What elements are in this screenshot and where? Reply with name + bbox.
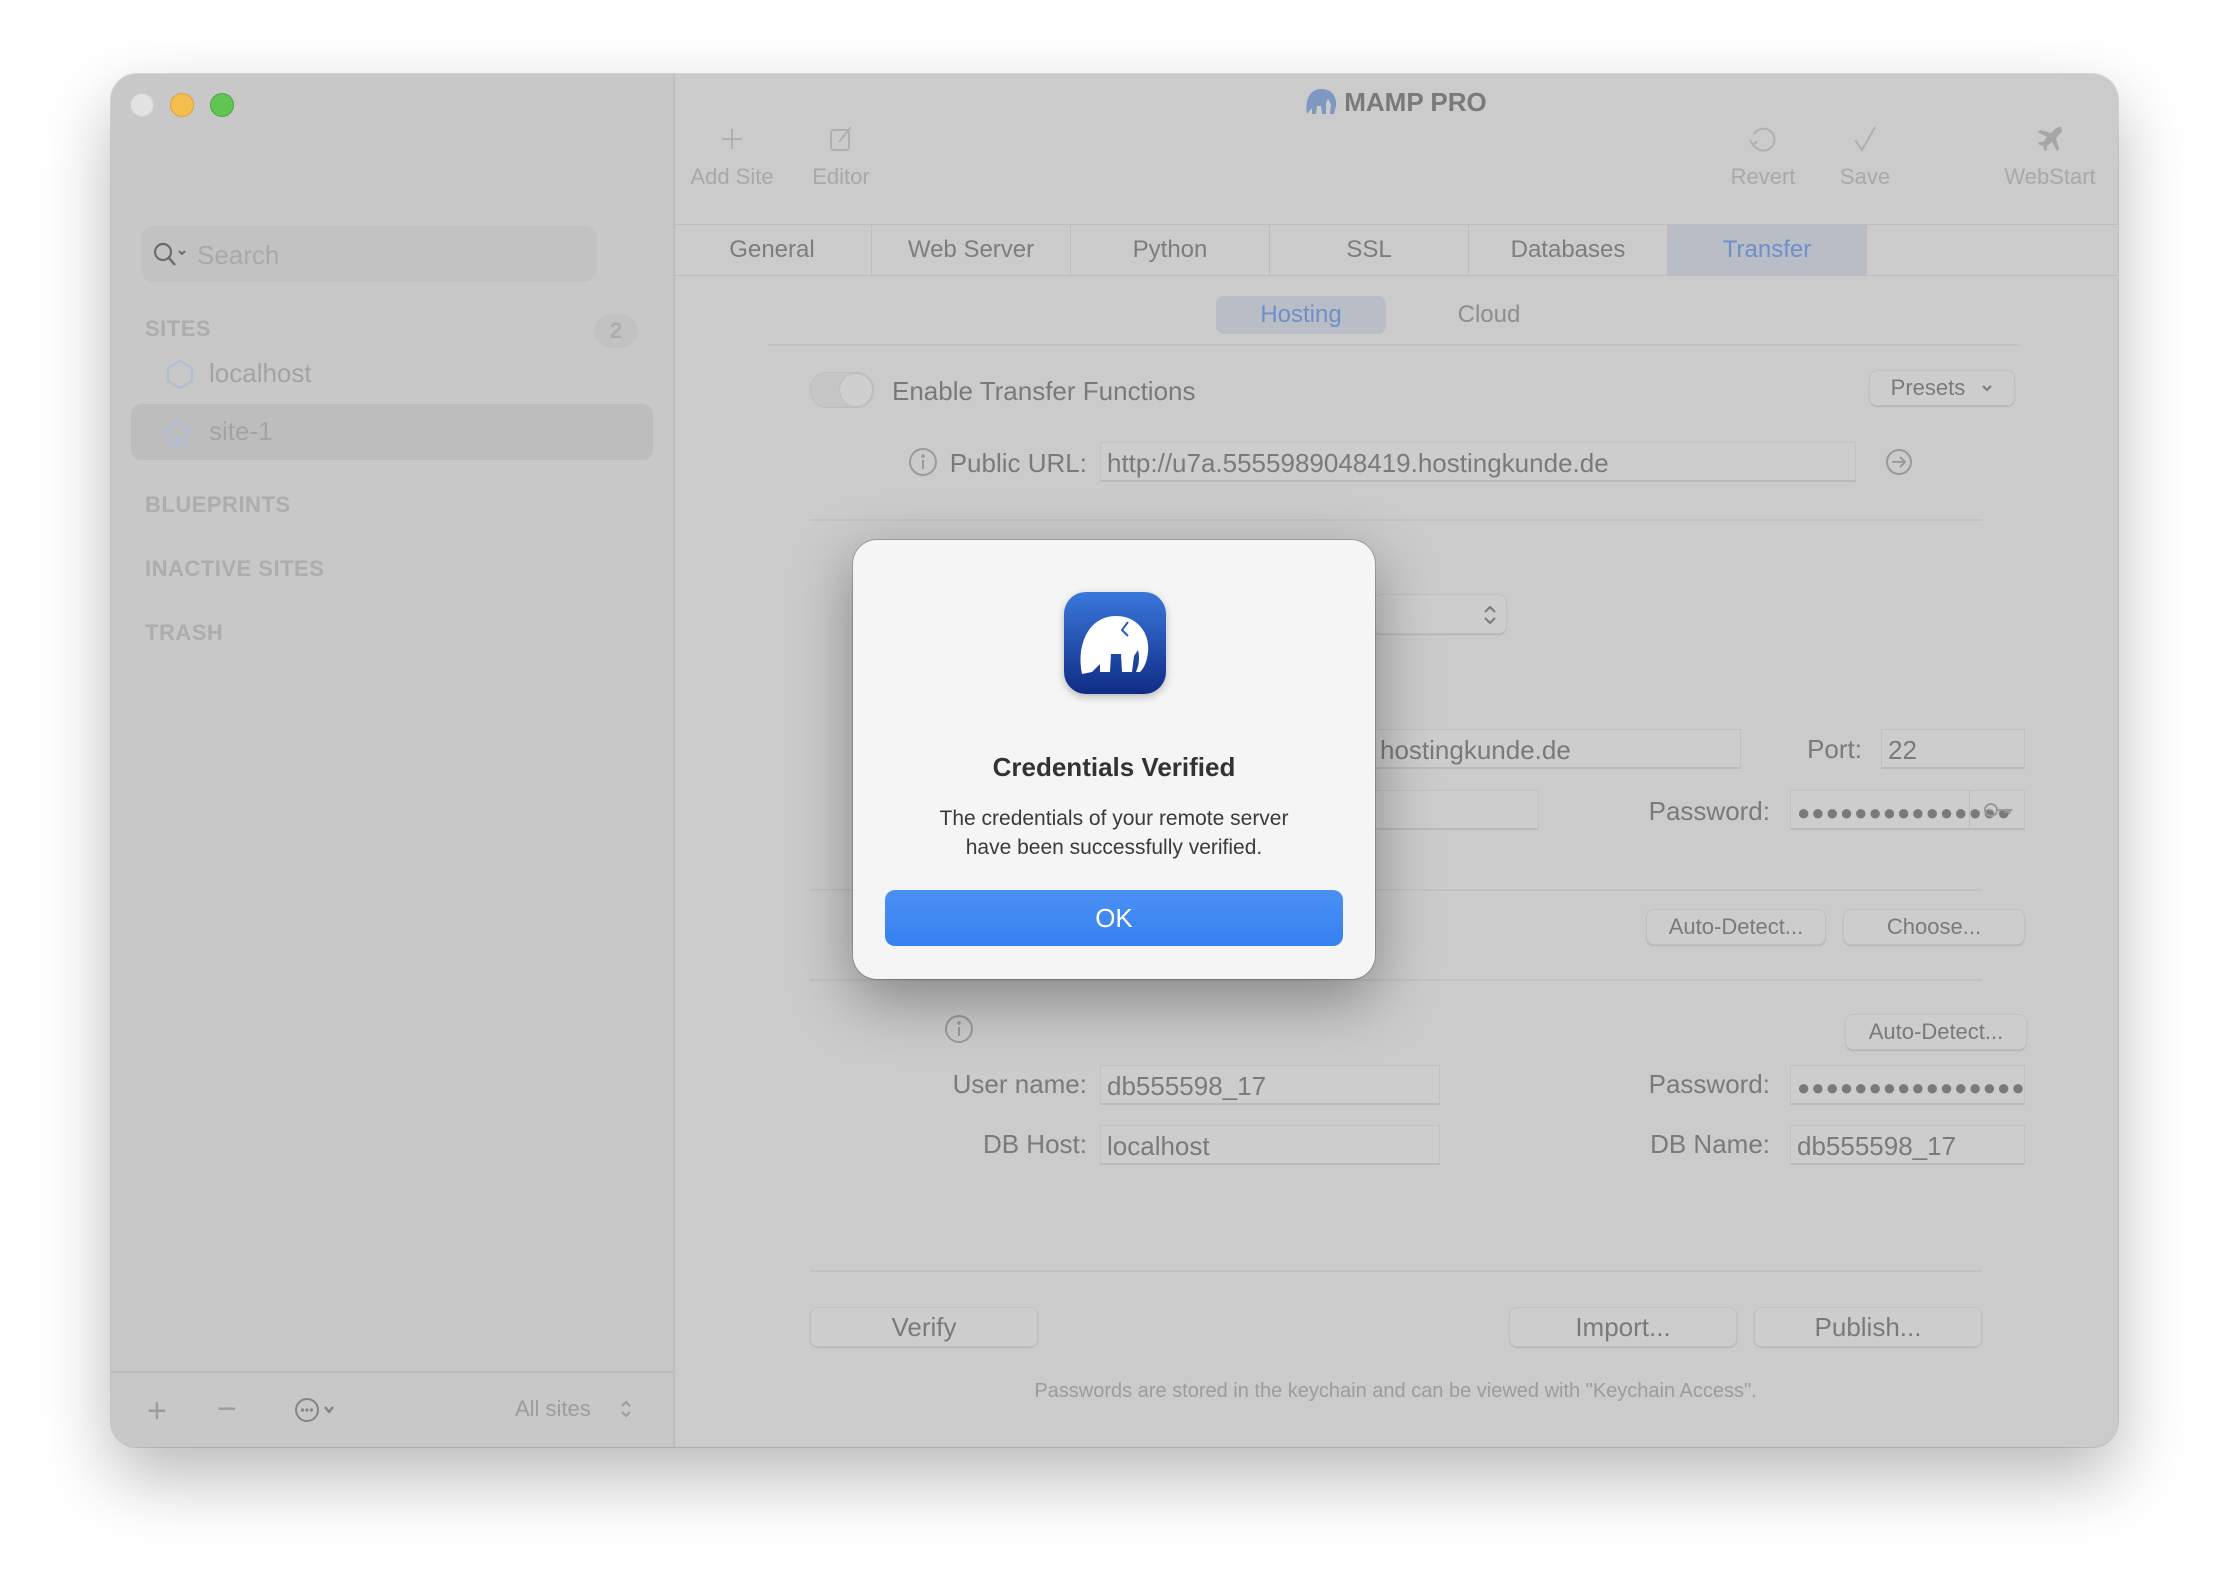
alert-message: The credentials of your remote server ha…: [883, 804, 1345, 862]
divider: [810, 519, 1982, 521]
tab-web-server[interactable]: Web Server: [872, 225, 1071, 275]
toolbar-label: Editor: [812, 164, 870, 189]
credentials-verified-alert: Credentials Verified The credentials of …: [853, 540, 1375, 979]
ellipsis-circle-icon: [295, 1398, 334, 1422]
mamp-elephant-logo-icon: [1306, 89, 1337, 114]
sidebar-footer-divider: [111, 1371, 673, 1373]
verify-button[interactable]: Verify: [810, 1307, 1038, 1347]
keychain-footnote: Passwords are stored in the keychain and…: [1034, 1380, 1757, 1402]
webstart-toolbar-button[interactable]: WebStart: [1995, 114, 2105, 190]
add-site-toolbar-button[interactable]: Add Site: [687, 114, 777, 190]
key-icon: [1984, 803, 2013, 817]
db-password-field[interactable]: ●●●●●●●●●●●●●●●●●: [1790, 1065, 2025, 1105]
editor-toolbar-button[interactable]: Editor: [801, 114, 881, 190]
checkmark-icon: [1854, 126, 1876, 152]
enable-transfer-toggle[interactable]: [810, 372, 874, 408]
db-host-label: DB Host:: [982, 1129, 1087, 1159]
chevron-down-icon: [1982, 385, 1993, 392]
minimize-window-button[interactable]: [170, 93, 194, 117]
tab-transfer[interactable]: Transfer: [1668, 225, 1867, 275]
publish-button[interactable]: Publish...: [1754, 1307, 1982, 1347]
divider: [810, 979, 1982, 981]
add-site-footer-button[interactable]: +: [147, 1392, 167, 1431]
sites-filter-select[interactable]: All sites: [515, 1396, 633, 1422]
protocol-select[interactable]: [1373, 594, 1507, 634]
sites-filter-label: All sites: [515, 1396, 591, 1421]
sidebar-item-label: site-1: [209, 416, 273, 446]
window-title: MAMP PRO: [673, 86, 2118, 118]
elephant-icon: [1080, 616, 1149, 674]
segment-cloud[interactable]: Cloud: [1404, 296, 1574, 334]
sidebar-item-label: localhost: [209, 358, 312, 388]
public-url-label: Public URL:: [949, 448, 1087, 478]
tab-general[interactable]: General: [673, 225, 872, 275]
db-username-field[interactable]: db555598_17: [1100, 1065, 1440, 1105]
sidebar-item-localhost[interactable]: localhost: [131, 346, 653, 402]
edit-square-icon: [830, 126, 852, 151]
db-host-field[interactable]: localhost: [1100, 1125, 1440, 1165]
revert-icon: [1749, 127, 1776, 152]
presets-popup-button[interactable]: Presets: [1869, 370, 2015, 406]
window-title-text: MAMP PRO: [1344, 87, 1487, 117]
divider: [768, 344, 2020, 346]
auto-detect-db-button[interactable]: Auto-Detect...: [1845, 1014, 2027, 1050]
tab-python[interactable]: Python: [1071, 225, 1270, 275]
more-actions-menu-button[interactable]: [293, 1396, 349, 1431]
plus-icon: [722, 129, 742, 149]
alert-message-line: have been successfully verified.: [965, 836, 1263, 859]
toolbar-label: Revert: [1730, 164, 1796, 189]
toggle-knob: [839, 373, 873, 407]
presets-label: Presets: [1890, 375, 1966, 400]
alert-message-line: The credentials of your remote server: [939, 807, 1289, 830]
divider: [810, 1270, 1982, 1272]
ftp-username-field[interactable]: [1373, 790, 1539, 830]
db-username-label: User name:: [952, 1069, 1087, 1099]
settings-tab-bar: General Web Server Python SSL Databases …: [673, 224, 2118, 276]
up-down-chevron-icon: [621, 1400, 631, 1418]
ok-button[interactable]: OK: [885, 890, 1343, 946]
remove-site-footer-button[interactable]: −: [217, 1390, 237, 1429]
db-name-label: DB Name:: [1650, 1129, 1770, 1159]
enable-transfer-label: Enable Transfer Functions: [892, 376, 1196, 406]
up-down-chevron-icon: [1484, 605, 1496, 625]
import-button[interactable]: Import...: [1509, 1307, 1737, 1347]
close-window-button[interactable]: [130, 93, 154, 117]
search-icon: [153, 242, 186, 266]
zoom-window-button[interactable]: [210, 93, 234, 117]
hexagon-icon: [166, 359, 194, 389]
port-label: Port:: [1807, 734, 1862, 764]
house-icon: [163, 418, 191, 447]
sidebar-item-site-1[interactable]: site-1: [131, 404, 653, 460]
mamp-pro-app-icon: [1064, 592, 1166, 694]
sites-count-badge: 2: [594, 314, 638, 348]
open-url-arrow-icon[interactable]: [1884, 447, 1914, 477]
tab-ssl[interactable]: SSL: [1270, 225, 1469, 275]
airplane-icon: [2038, 126, 2062, 151]
segment-hosting[interactable]: Hosting: [1216, 296, 1386, 334]
inactive-sites-section-header[interactable]: INACTIVE SITES: [145, 556, 324, 582]
db-name-field[interactable]: db555598_17: [1790, 1125, 2025, 1165]
save-toolbar-button[interactable]: Save: [1833, 114, 1897, 190]
blueprints-section-header[interactable]: BLUEPRINTS: [145, 492, 291, 518]
info-icon[interactable]: [943, 1013, 975, 1045]
keychain-button[interactable]: [1969, 790, 2026, 830]
sidebar: Search SITES 2 localhost site-1 BLUEPRIN…: [111, 74, 675, 1447]
search-placeholder: Search: [197, 240, 280, 270]
sidebar-search-field[interactable]: Search: [141, 226, 597, 282]
trash-section-header[interactable]: TRASH: [145, 620, 223, 646]
alert-title: Credentials Verified: [992, 752, 1236, 782]
db-password-label: Password:: [1648, 1069, 1770, 1099]
toolbar-label: WebStart: [2004, 164, 2096, 189]
ftp-password-label: Password:: [1648, 796, 1770, 826]
password-mask: ●●●●●●●●●●●●●●●●●: [1797, 1075, 2025, 1100]
tab-databases[interactable]: Databases: [1469, 225, 1668, 275]
choose-path-button[interactable]: Choose...: [1843, 909, 2025, 945]
port-field[interactable]: 22: [1881, 729, 2025, 769]
public-url-field[interactable]: http://u7a.5555989048419.hostingkunde.de: [1100, 442, 1856, 482]
sites-section-header: SITES: [145, 316, 212, 341]
revert-toolbar-button[interactable]: Revert: [1723, 114, 1803, 190]
auto-detect-path-button[interactable]: Auto-Detect...: [1646, 909, 1826, 945]
toolbar-label: Save: [1839, 164, 1891, 189]
toolbar-label: Add Site: [690, 164, 774, 189]
